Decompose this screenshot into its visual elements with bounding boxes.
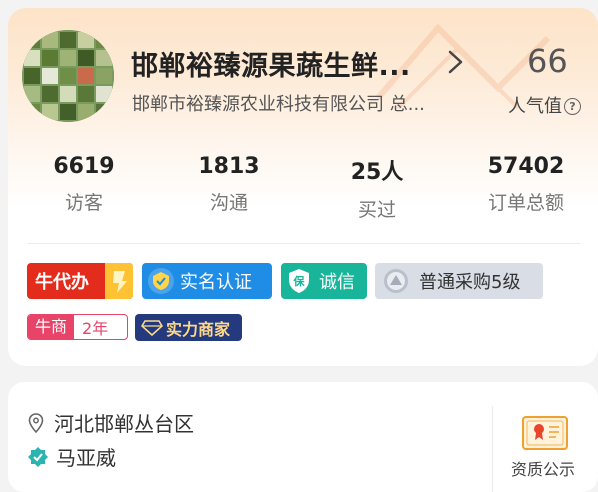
- shop-info-card: 河北邯郸丛台区 马亚威 资质公示: [8, 382, 598, 492]
- stat-value: 57402: [487, 154, 565, 179]
- svg-text:保: 保: [293, 274, 306, 288]
- location-pin-icon: [28, 412, 44, 433]
- company-name: 邯郸市裕臻源农业科技有限公司 总...: [132, 94, 425, 115]
- badge-realname-label: 实名认证: [180, 272, 252, 293]
- contact-person-name: 马亚威: [56, 446, 116, 470]
- shop-avatar[interactable]: [22, 30, 114, 122]
- popularity-label[interactable]: 人气值?: [508, 92, 581, 118]
- stat-communications[interactable]: 1813 沟通: [169, 154, 289, 215]
- contact-person-row: 马亚威: [28, 442, 116, 471]
- verified-badge-icon: [28, 446, 48, 467]
- stat-visitors[interactable]: 6619 访客: [24, 154, 144, 215]
- stat-buyers[interactable]: 25人 买过: [317, 154, 437, 222]
- stat-label: 订单总额: [487, 192, 564, 214]
- badge-purchase-level[interactable]: 普通采购5级: [375, 263, 543, 299]
- badge-niushang-label: 牛商: [28, 315, 75, 339]
- badge-niudaiban-label: 牛代办: [35, 272, 89, 293]
- shop-name[interactable]: 邯郸裕臻源果蔬生鲜...: [131, 44, 411, 83]
- divider: [28, 243, 580, 244]
- badge-shili-label: 实力商家: [166, 319, 231, 339]
- badge-chengxin-label: 诚信: [319, 272, 355, 293]
- badge-niushang[interactable]: 牛商 2年: [27, 314, 128, 340]
- badge-purchase-level-label: 普通采购5级: [419, 272, 521, 293]
- badge-niushang-years: 2年: [82, 319, 109, 338]
- stat-value: 1813: [198, 154, 260, 179]
- shop-header-card: 邯郸裕臻源果蔬生鲜... 邯郸市裕臻源农业科技有限公司 总... 66 人气值?…: [8, 8, 598, 366]
- popularity-label-text: 人气值: [508, 96, 562, 117]
- stat-label: 买过: [357, 199, 396, 221]
- badge-niudaiban[interactable]: 牛代办: [27, 263, 133, 299]
- diamond-icon: [141, 319, 163, 336]
- stat-order-total[interactable]: 57402 订单总额: [466, 154, 586, 215]
- chevron-right-icon[interactable]: [444, 48, 468, 76]
- stat-value: 25人: [350, 160, 404, 185]
- badge-shili[interactable]: 实力商家: [135, 314, 242, 341]
- location-row[interactable]: 河北邯郸丛台区: [28, 408, 194, 437]
- lightning-tag-icon: [105, 263, 133, 299]
- popularity-value: 66: [527, 42, 568, 80]
- stat-value: 6619: [53, 154, 115, 179]
- question-circle-icon[interactable]: ?: [564, 98, 581, 115]
- produce-photo-icon: [22, 30, 114, 122]
- shield-check-icon: [148, 268, 174, 294]
- location-text: 河北邯郸丛台区: [54, 412, 194, 436]
- shield-bao-icon: 保: [289, 269, 309, 293]
- badge-realname[interactable]: 实名认证: [142, 263, 272, 299]
- stat-label: 访客: [64, 192, 103, 214]
- badge-chengxin[interactable]: 保 诚信: [281, 263, 367, 299]
- vertical-divider: [492, 406, 493, 492]
- certificate-icon[interactable]: [522, 416, 568, 450]
- cert-label[interactable]: 资质公示: [511, 456, 575, 480]
- level-triangle-icon: [384, 269, 408, 293]
- stat-label: 沟通: [209, 192, 248, 214]
